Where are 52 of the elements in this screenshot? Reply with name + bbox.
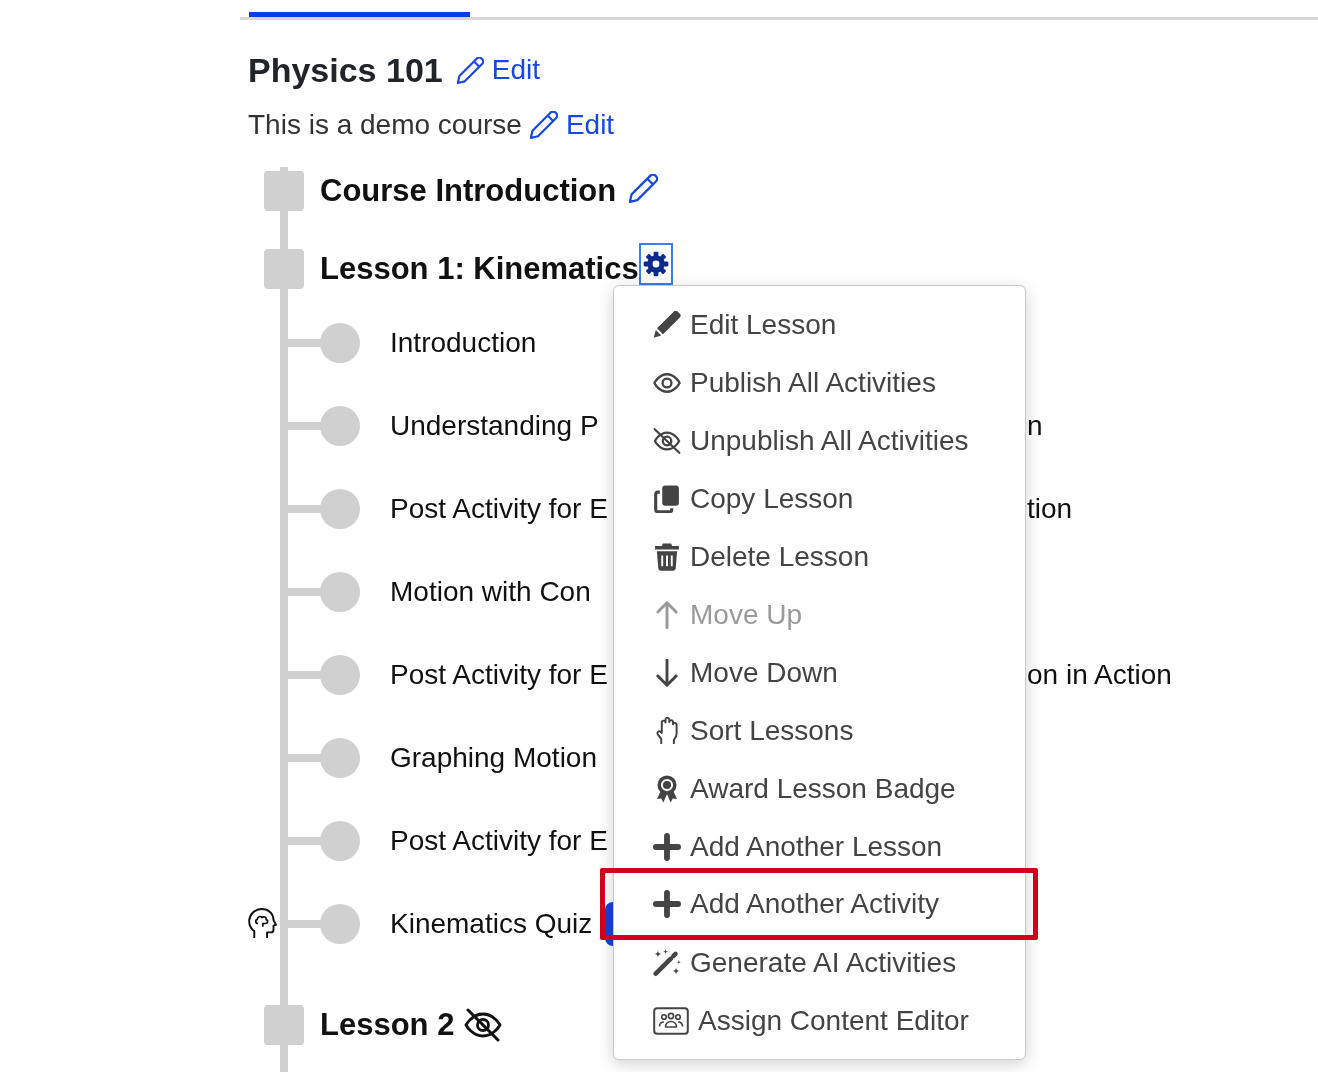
hand-icon — [655, 717, 679, 745]
section-title[interactable]: Course Introduction — [320, 171, 617, 211]
menu-item[interactable]: Generate AI Activities — [614, 942, 1025, 984]
section-title[interactable]: Lesson 2 — [320, 1005, 455, 1045]
course-title: Physics 101 — [248, 50, 443, 90]
course-description: This is a demo course — [248, 108, 522, 142]
activity-title[interactable]: n — [1027, 407, 1318, 444]
eye-icon — [653, 371, 681, 395]
section-node — [264, 1005, 304, 1045]
activity-title[interactable]: Kinematics Quiz — [390, 905, 593, 942]
menu-item[interactable]: Add Another Lesson — [614, 826, 1025, 868]
activity-title[interactable]: Post Activity for E — [390, 656, 608, 693]
activity-title[interactable]: Understanding P — [390, 407, 599, 444]
plus-icon — [653, 890, 681, 918]
award-ribbon-icon — [654, 775, 680, 803]
plus-icon — [653, 833, 681, 861]
menu-item[interactable]: Edit Lesson — [614, 304, 1025, 346]
menu-item[interactable]: Delete Lesson — [614, 536, 1025, 578]
menu-item[interactable]: Add Another Activity — [614, 883, 1025, 925]
activity-title[interactable]: Graphing Motion — [390, 739, 597, 776]
menu-item[interactable]: Award Lesson Badge — [614, 768, 1025, 810]
magic-wand-icon — [653, 948, 681, 978]
people-card-icon — [653, 1007, 689, 1035]
arrow-down-icon — [655, 659, 679, 687]
trash-icon — [654, 543, 680, 571]
pencil-icon — [456, 56, 484, 84]
section-node — [264, 171, 304, 211]
edit-link[interactable]: Edit — [529, 107, 615, 143]
menu-item[interactable]: Publish All Activities — [614, 362, 1025, 404]
edit-link[interactable]: Edit — [456, 52, 540, 88]
section-title[interactable]: Lesson 1: Kinematics — [320, 249, 639, 289]
pencil-icon[interactable] — [629, 173, 659, 203]
pencil-icon — [653, 311, 681, 339]
menu-item[interactable]: Assign Content Editor — [614, 1000, 1025, 1042]
activity-title[interactable]: on in Action — [1027, 656, 1318, 693]
activity-title[interactable]: Post Activity for E — [390, 490, 608, 527]
activity-title[interactable]: Introduction — [390, 324, 537, 361]
pencil-icon — [529, 111, 558, 139]
section-node — [264, 249, 304, 289]
gear-icon — [642, 251, 669, 277]
menu-item[interactable]: Sort Lessons — [614, 710, 1025, 752]
activity-title[interactable]: Motion with Con — [390, 573, 591, 610]
menu-item[interactable]: Unpublish All Activities — [614, 420, 1025, 462]
menu-item[interactable]: Copy Lesson — [614, 478, 1025, 520]
eye-slash-icon — [653, 427, 681, 455]
settings-button[interactable] — [638, 243, 673, 285]
menu-item[interactable]: Move Down — [614, 652, 1025, 694]
arrow-up-icon — [655, 601, 679, 629]
activity-title[interactable]: tion — [1027, 490, 1318, 527]
activity-title[interactable]: Post Activity for E — [390, 822, 608, 859]
head-brain-icon — [248, 908, 277, 939]
copy-icon — [653, 485, 681, 513]
